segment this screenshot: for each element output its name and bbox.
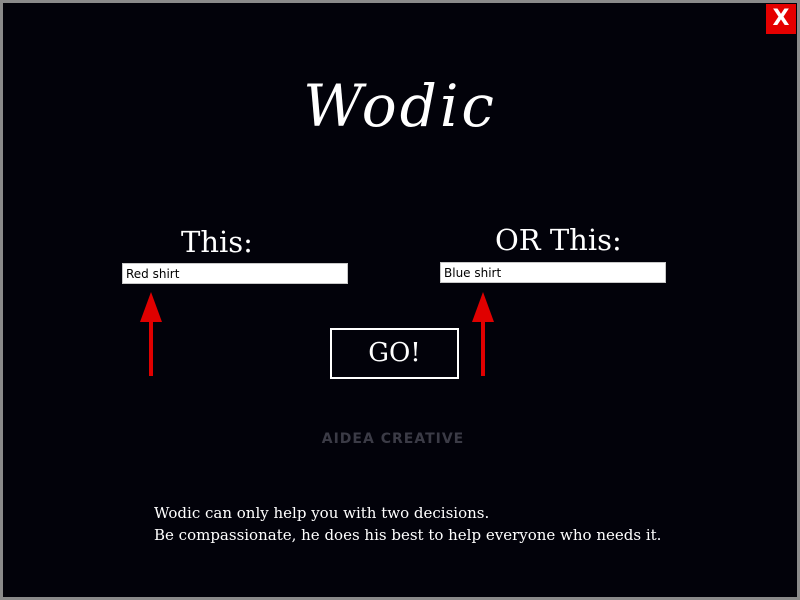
arrow-up-icon	[140, 292, 162, 376]
info-line-1: Wodic can only help you with two decisio…	[154, 504, 490, 522]
app-window: X Wodic This: OR This: GO! AIDEA CREATIV…	[0, 0, 800, 600]
this-input[interactable]	[122, 263, 348, 284]
brand-logo-text: AIDEA CREATIVE	[321, 431, 465, 447]
or-this-label: OR This:	[495, 223, 622, 257]
arrow-up-icon	[472, 292, 494, 376]
info-line-2: Be compassionate, he does his best to he…	[154, 526, 662, 544]
info-text: Wodic can only help you with two decisio…	[154, 502, 661, 546]
or-this-input[interactable]	[440, 262, 666, 283]
close-button[interactable]: X	[766, 4, 796, 34]
close-icon[interactable]: X	[773, 6, 790, 31]
app-title: Wodic	[303, 72, 497, 140]
this-label: This:	[181, 225, 253, 259]
go-button[interactable]: GO!	[330, 328, 459, 379]
